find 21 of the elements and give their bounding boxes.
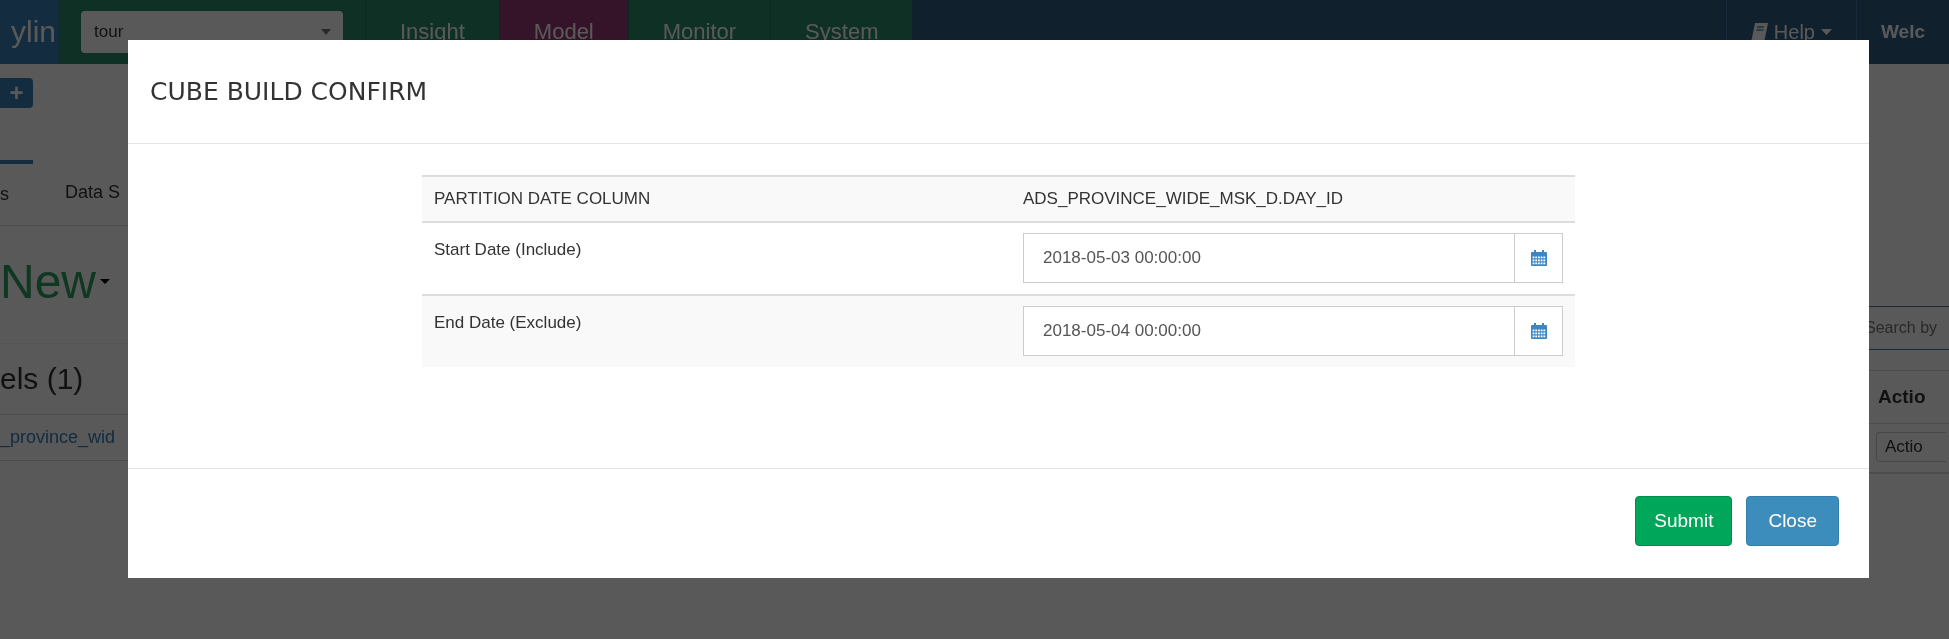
row-label: PARTITION DATE COLUMN — [434, 189, 651, 208]
action-button[interactable]: Actio — [1876, 432, 1946, 462]
brand-logo[interactable]: ylin — [0, 0, 59, 64]
calendar-button[interactable] — [1515, 233, 1563, 283]
calendar-button[interactable] — [1515, 306, 1563, 356]
close-button[interactable]: Close — [1746, 495, 1839, 546]
caret-icon — [1821, 29, 1832, 35]
new-menu[interactable]: New — [0, 254, 97, 309]
add-button[interactable]: + — [0, 78, 33, 108]
row-label: Start Date (Include) — [434, 239, 583, 260]
dialog-title: CUBE BUILD CONFIRM — [150, 77, 428, 106]
date-field[interactable]: 2018-05-03 00:00:00 — [1023, 233, 1515, 283]
calendar-icon — [1529, 249, 1548, 267]
row-label: End Date (Exclude) — [434, 312, 583, 333]
row-value: ADS_PROVINCE_WIDE_MSK_D.DAY_ID — [1023, 189, 1343, 208]
calendar-icon — [1529, 322, 1548, 340]
caret-icon — [321, 29, 331, 35]
caret-icon — [100, 279, 111, 284]
submit-button[interactable]: Submit — [1635, 495, 1733, 546]
page-tab[interactable]: s — [0, 160, 33, 225]
date-field[interactable]: 2018-05-04 00:00:00 — [1023, 306, 1515, 356]
